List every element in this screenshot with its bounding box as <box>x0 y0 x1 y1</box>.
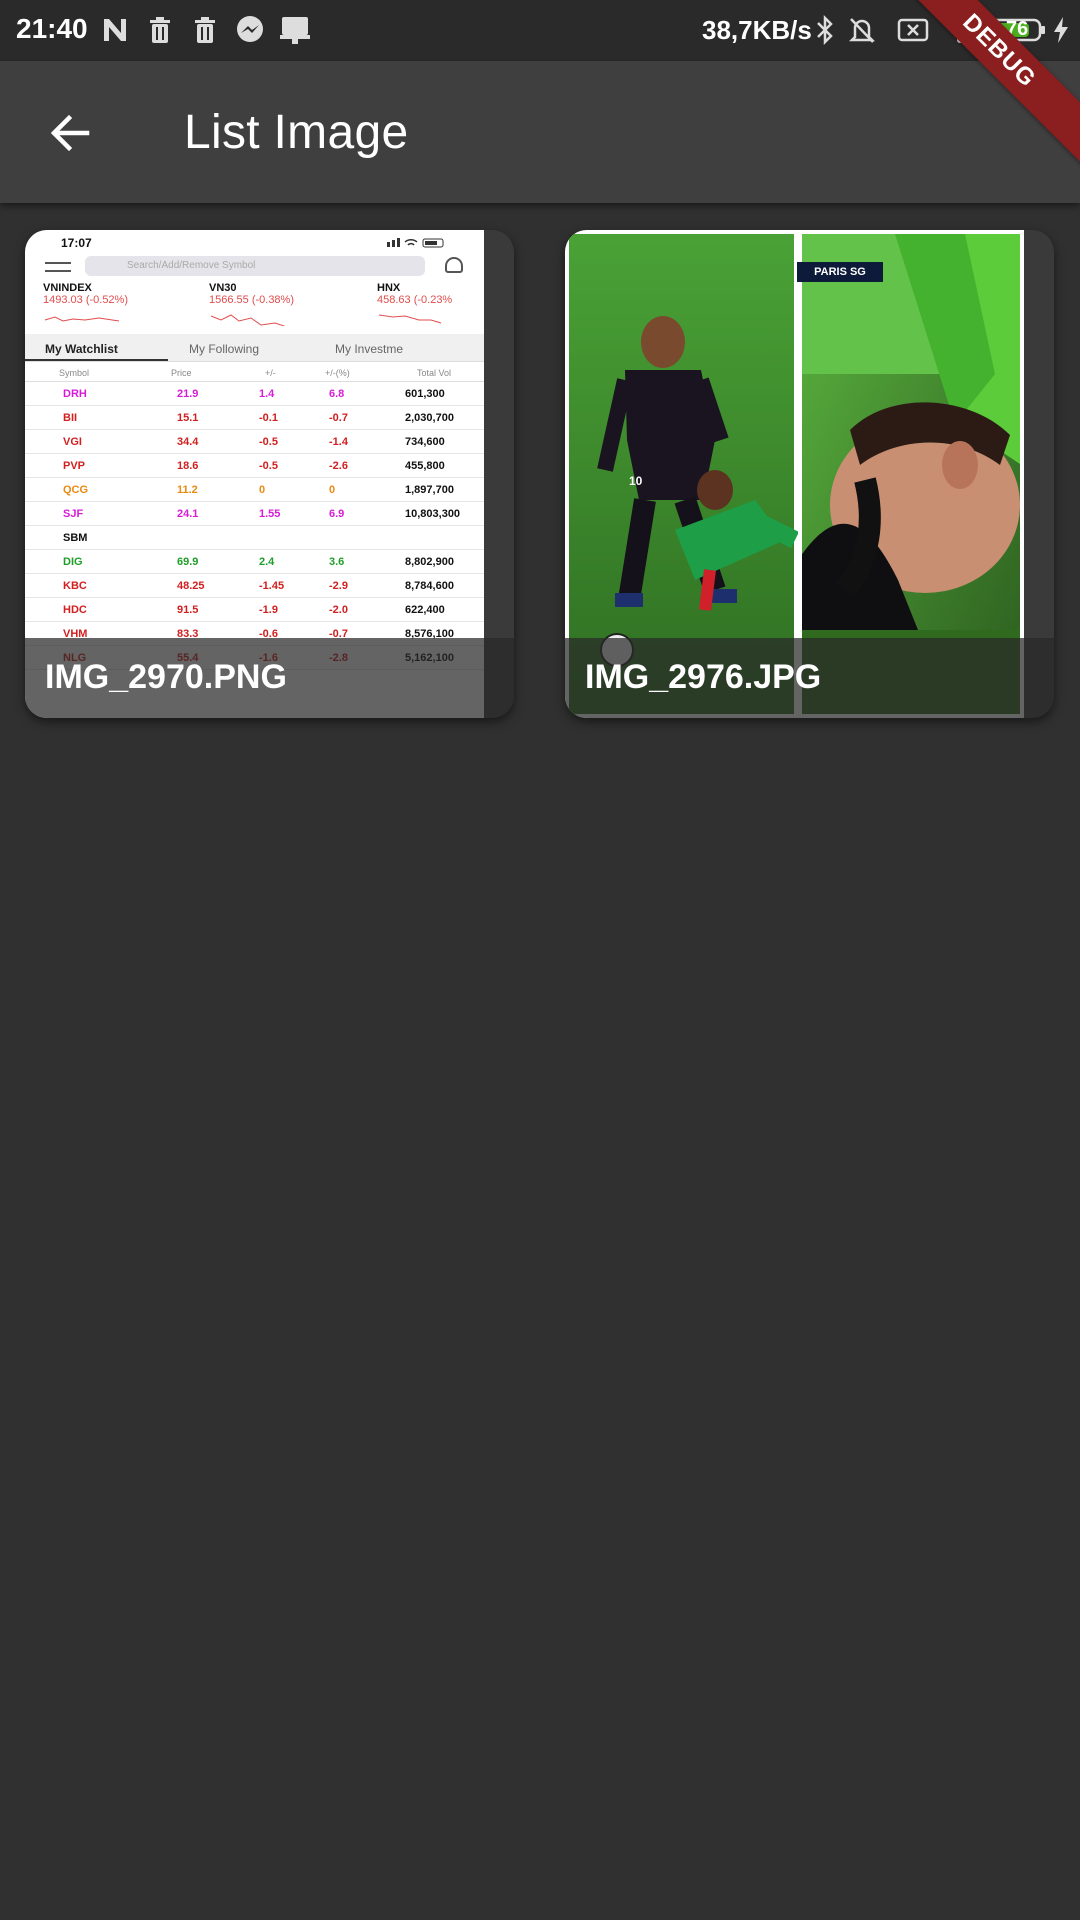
thumb-table-row: HDC 91.5 -1.9 -2.0 622,400 <box>25 598 484 622</box>
image-caption: IMG_2970.PNG <box>25 638 514 718</box>
thumb-table-row: DIG 69.9 2.4 3.6 8,802,900 <box>25 550 484 574</box>
thumb-cell-vol: 8,802,900 <box>405 556 454 568</box>
thumb-index-1: VN30 1566.55 (-0.38%) <box>209 282 294 306</box>
thumb-cell-vol: 601,300 <box>405 388 445 400</box>
thumb-table-row: PVP 18.6 -0.5 -2.6 455,800 <box>25 454 484 478</box>
thumb-cell-vol: 2,030,700 <box>405 412 454 424</box>
thumb-cell-vol: 455,800 <box>405 460 445 472</box>
thumb-cell-price: 48.25 <box>177 580 205 592</box>
thumb-table-row: KBC 48.25 -1.45 -2.9 8,784,600 <box>25 574 484 598</box>
thumb-cell-pct: -2.9 <box>329 580 348 592</box>
app-bar: List Image <box>0 61 1080 203</box>
thumb-cell-price: 69.9 <box>177 556 199 568</box>
thumb-sparklines <box>44 314 442 326</box>
thumb-cell-pct: 6.9 <box>329 508 345 520</box>
thumb-cell-change: -0.5 <box>259 460 278 472</box>
thumb-cell-change: 1.4 <box>259 388 275 400</box>
thumb-bell-icon <box>445 257 463 273</box>
thumb-cell-price: 18.6 <box>177 460 199 472</box>
thumb-cell-pct: 6.8 <box>329 388 345 400</box>
thumb-table-row: SJF 24.1 1.55 6.9 10,803,300 <box>25 502 484 526</box>
status-bar: 21:40 38,7KB/s 76 <box>0 0 1080 61</box>
trash-icon <box>146 13 174 47</box>
image-card-2[interactable]: PARIS SG 10 IMG_2976.JPG <box>565 230 1054 718</box>
thumb-cell-price: 11.2 <box>177 484 198 496</box>
thumb-cell-change: 1.55 <box>259 508 281 520</box>
image-card-1[interactable]: 17:07 Search/Add/Remove Symbol VNINDEX 1… <box>25 230 514 718</box>
stamp-icon <box>278 13 312 47</box>
thumb-cell-change: 2.4 <box>259 556 275 568</box>
thumb-cell-pct: -1.4 <box>329 436 348 448</box>
thumb-cell-pct: 3.6 <box>329 556 345 568</box>
image-filename: IMG_2970.PNG <box>45 658 287 696</box>
thumb-menu-icon <box>45 262 71 272</box>
thumb-cell-change: -0.1 <box>259 412 278 424</box>
thumb-cell-price: 34.4 <box>177 436 199 448</box>
thumb-tabs: My Watchlist My Following My Investme <box>25 334 484 362</box>
messenger-icon <box>234 13 266 47</box>
thumb-clock: 17:07 <box>61 236 92 250</box>
thumb-table-row: SBM <box>25 526 484 550</box>
thumb-cell-pct: -2.0 <box>329 604 348 616</box>
status-time: 21:40 <box>16 13 88 44</box>
thumb-cell-vol: 8,784,600 <box>405 580 454 592</box>
bell-off-icon <box>846 13 878 47</box>
thumb-cell-price: 24.1 <box>177 508 199 520</box>
thumb-cell-price: 91.5 <box>177 604 199 616</box>
image-caption: IMG_2976.JPG <box>565 638 1054 718</box>
thumb-cell-vol: 1,897,700 <box>405 484 454 496</box>
thumb-shirt-number: 10 <box>629 474 643 488</box>
thumb-team-label: PARIS SG <box>797 262 883 282</box>
thumb-cell-symbol: VGI <box>63 436 82 448</box>
thumb-cell-pct: 0 <box>329 484 336 496</box>
thumb-table-header: Symbol Price +/- +/-(%) Total Vol <box>25 366 484 382</box>
thumb-index-2: HNX 458.63 (-0.23% <box>377 282 453 306</box>
thumb-cell-symbol: DIG <box>63 556 83 568</box>
thumb-cell-symbol: SJF <box>63 508 84 520</box>
thumb-cell-change: -1.9 <box>259 604 278 616</box>
thumb-cell-vol: 734,600 <box>405 436 445 448</box>
thumb-table-row: BII 15.1 -0.1 -0.7 2,030,700 <box>25 406 484 430</box>
thumb-table-row: DRH 21.9 1.4 6.8 601,300 <box>25 382 484 406</box>
sim-x-icon <box>896 13 930 47</box>
thumb-index-0: VNINDEX 1493.03 (-0.52%) <box>43 282 128 306</box>
thumb-cell-symbol: KBC <box>63 580 87 592</box>
thumb-cell-symbol: QCG <box>63 484 89 496</box>
thumb-cell-pct: -2.6 <box>329 460 348 472</box>
thumb-cell-pct: -0.7 <box>329 412 348 424</box>
thumb-status-icons <box>387 238 447 248</box>
thumb-cell-symbol: DRH <box>63 388 87 400</box>
thumb-cell-change: 0 <box>259 484 266 496</box>
charging-icon <box>1050 13 1072 47</box>
thumb-cell-symbol: HDC <box>63 604 87 616</box>
thumb-cell-price: 15.1 <box>177 412 199 424</box>
thumb-cell-symbol: PVP <box>63 460 86 472</box>
back-button[interactable] <box>34 97 106 169</box>
bluetooth-icon <box>814 13 836 47</box>
thumb-cell-vol: 10,803,300 <box>405 508 461 520</box>
trash-icon <box>191 13 219 47</box>
thumb-cell-change: -0.5 <box>259 436 278 448</box>
thumb-cell-symbol: BII <box>63 412 78 424</box>
thumb-cell-symbol: SBM <box>63 532 88 544</box>
arrow-left-icon <box>50 114 90 152</box>
image-filename: IMG_2976.JPG <box>585 658 822 696</box>
thumb-cell-price: 21.9 <box>177 388 199 400</box>
n-app-icon <box>100 13 130 47</box>
thumb-search-placeholder: Search/Add/Remove Symbol <box>127 260 256 271</box>
thumb-table-row: QCG 11.2 0 0 1,897,700 <box>25 478 484 502</box>
thumb-cell-change: -1.45 <box>259 580 285 592</box>
thumb-search-bar: Search/Add/Remove Symbol <box>85 256 425 276</box>
network-speed: 38,7KB/s <box>702 15 812 45</box>
page-title: List Image <box>184 106 409 159</box>
thumb-cell-vol: 622,400 <box>405 604 445 616</box>
thumb-table-row: VGI 34.4 -0.5 -1.4 734,600 <box>25 430 484 454</box>
